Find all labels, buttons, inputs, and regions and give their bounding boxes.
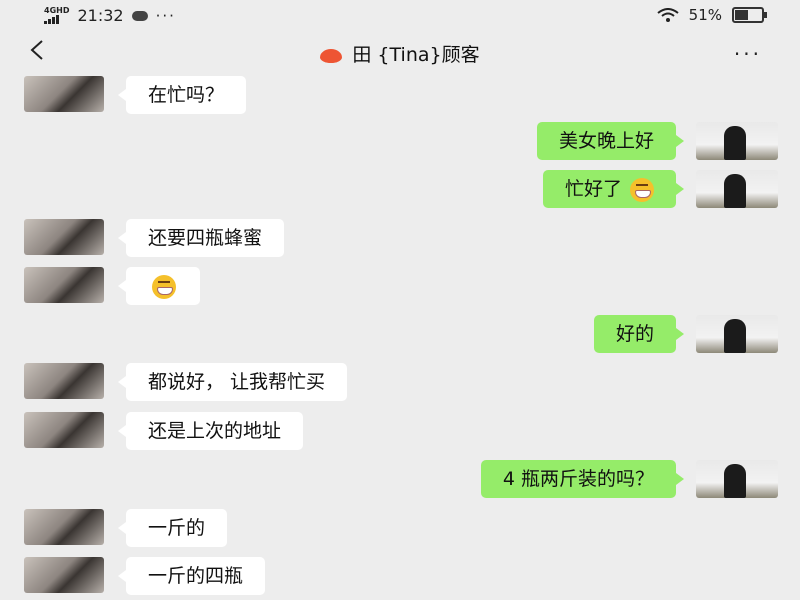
contact-avatar[interactable] xyxy=(24,363,104,399)
message-row: 还是上次的地址 xyxy=(0,412,800,450)
my-avatar[interactable] xyxy=(696,170,778,208)
message-row: 好的 xyxy=(0,315,800,353)
cloud-icon xyxy=(131,10,148,21)
message-text: 好的 xyxy=(615,323,654,345)
network-type: 4GHD xyxy=(44,6,70,15)
message-bubble-incoming[interactable]: 都说好， 让我帮忙买 xyxy=(117,363,348,401)
network-indicator: 4GHD xyxy=(44,7,69,24)
status-bar: 4GHD 21:32 ··· 51% xyxy=(0,0,800,30)
my-avatar[interactable] xyxy=(696,460,778,498)
signal-icon xyxy=(44,15,69,24)
my-avatar[interactable] xyxy=(696,122,778,160)
status-more: ··· xyxy=(155,6,176,25)
message-text: 还是上次的地址 xyxy=(148,420,282,442)
message-bubble-incoming[interactable] xyxy=(118,267,200,305)
grin-emoji-icon xyxy=(152,274,176,299)
message-row: 都说好， 让我帮忙买 xyxy=(0,363,800,401)
chat-title: 田 {Tina}顾客 xyxy=(0,40,800,67)
contact-avatar[interactable] xyxy=(24,76,104,112)
message-bubble-outgoing[interactable]: 好的 xyxy=(593,315,685,353)
message-text: 美女晚上好 xyxy=(558,130,654,152)
status-time: 21:32 xyxy=(77,6,124,25)
contact-avatar[interactable] xyxy=(24,267,104,303)
message-row: 一斤的四瓶 xyxy=(0,557,800,595)
more-options-icon[interactable]: ··· xyxy=(734,42,762,66)
grin-emoji-icon xyxy=(630,177,654,202)
message-text: 4 瓶两斤装的吗？ xyxy=(502,468,654,490)
message-row: 在忙吗？ xyxy=(0,76,800,114)
message-bubble-outgoing[interactable]: 4 瓶两斤装的吗？ xyxy=(480,460,685,498)
message-text: 在忙吗？ xyxy=(148,84,225,106)
message-row: 美女晚上好 xyxy=(0,122,800,160)
chat-title-text: 田 {Tina}顾客 xyxy=(352,44,480,66)
contact-avatar[interactable] xyxy=(24,412,104,448)
status-right: 51% xyxy=(657,6,767,24)
message-bubble-incoming[interactable]: 还要四瓶蜂蜜 xyxy=(117,219,285,257)
contact-avatar[interactable] xyxy=(24,509,104,545)
status-left: 4GHD 21:32 ··· xyxy=(44,6,176,25)
message-bubble-incoming[interactable]: 在忙吗？ xyxy=(117,76,247,114)
message-text: 忙好了 xyxy=(564,178,622,200)
battery-icon xyxy=(732,7,767,23)
message-row: 一斤的 xyxy=(0,509,800,547)
chat-header: 田 {Tina}顾客 ··· xyxy=(0,30,800,76)
message-text: 都说好， 让我帮忙买 xyxy=(148,371,326,393)
message-bubble-incoming[interactable]: 还是上次的地址 xyxy=(117,412,304,450)
message-text: 一斤的 xyxy=(148,517,206,539)
message-bubble-outgoing[interactable]: 美女晚上好 xyxy=(536,122,685,160)
my-avatar[interactable] xyxy=(696,315,778,353)
battery-percent: 51% xyxy=(688,6,722,24)
message-text: 一斤的四瓶 xyxy=(148,565,244,587)
message-bubble-incoming[interactable]: 一斤的 xyxy=(117,509,228,547)
kiss-lips-icon xyxy=(320,48,343,63)
message-text: 还要四瓶蜂蜜 xyxy=(148,227,263,249)
wifi-icon xyxy=(657,8,679,22)
message-row xyxy=(0,267,800,305)
message-bubble-incoming[interactable]: 一斤的四瓶 xyxy=(117,557,266,595)
contact-avatar[interactable] xyxy=(24,557,104,593)
message-bubble-outgoing[interactable]: 忙好了 xyxy=(542,170,685,208)
message-row: 忙好了 xyxy=(0,170,800,208)
message-row: 4 瓶两斤装的吗？ xyxy=(0,460,800,498)
message-row: 还要四瓶蜂蜜 xyxy=(0,219,800,257)
contact-avatar[interactable] xyxy=(24,219,104,255)
